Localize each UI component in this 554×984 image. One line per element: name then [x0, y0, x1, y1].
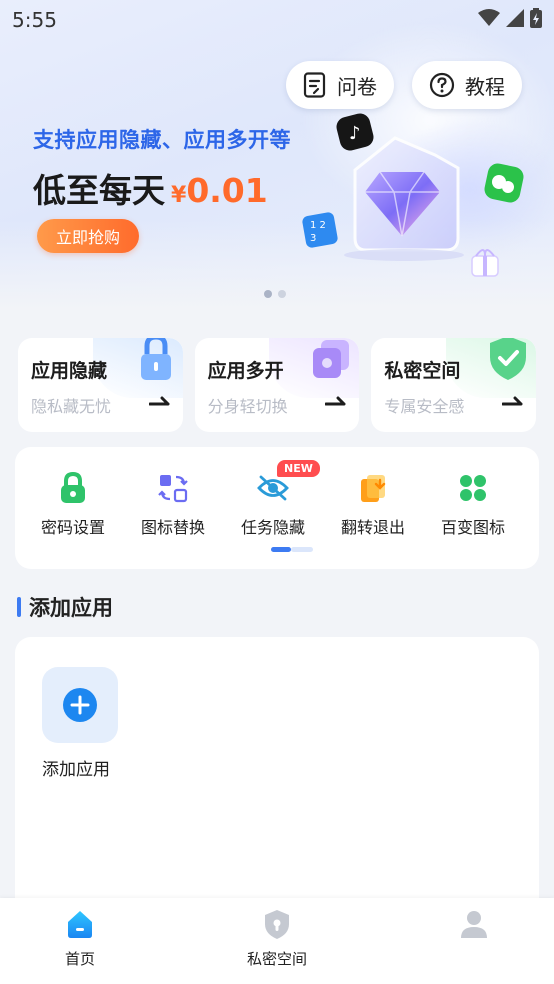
plus-circle-icon — [63, 688, 97, 722]
tool-icon-replace[interactable]: 图标替换 — [123, 471, 223, 538]
arrow-right-icon — [325, 396, 346, 406]
section-title: 添加应用 — [29, 596, 113, 620]
nav-profile[interactable] — [414, 908, 534, 948]
status-time: 5:55 — [12, 8, 57, 32]
clover-icon — [456, 471, 490, 505]
wechat-icon — [484, 163, 524, 203]
survey-button[interactable]: 问卷 — [286, 61, 394, 109]
tool-label: 密码设置 — [40, 518, 105, 537]
flip-icon — [356, 471, 390, 505]
survey-icon — [303, 72, 326, 98]
nav-label: 私密空间 — [246, 950, 307, 968]
battery-icon — [530, 8, 542, 28]
add-app-label: 添加应用 — [42, 760, 110, 780]
price-prefix: 低至每天 — [33, 171, 165, 210]
tool-varied-icons[interactable]: 百变图标 — [423, 471, 523, 538]
tiktok-icon: ♪ — [336, 113, 374, 151]
tool-password-settings[interactable]: 密码设置 — [23, 471, 123, 538]
gift-icon — [471, 249, 499, 277]
bottom-nav: 首页 私密空间 — [0, 898, 554, 984]
help-icon — [429, 72, 455, 98]
arrow-right-icon — [502, 396, 523, 406]
price-amount: 0.01 — [186, 171, 268, 210]
tool-label: 图标替换 — [140, 518, 205, 537]
feature-cards: 应用隐藏 隐私藏无忧 应用多开 分身轻切换 私密空间 专属安全感 — [18, 338, 537, 432]
diamond-illustration: ♪ 1 23 — [302, 113, 524, 277]
nav-home[interactable]: 首页 — [20, 908, 140, 969]
svg-text:♪: ♪ — [349, 123, 361, 144]
banner-page-indicator — [264, 290, 286, 298]
banner-price: 低至每天 ¥ 0.01 — [33, 164, 268, 212]
wifi-icon — [478, 9, 500, 26]
add-app-button[interactable] — [42, 667, 118, 743]
arrow-right-icon — [148, 396, 170, 406]
survey-label: 问卷 — [337, 74, 377, 99]
puzzle-icon: 1 23 — [302, 212, 338, 248]
banner-dot — [278, 290, 286, 298]
svg-text:3: 3 — [310, 233, 316, 244]
feature-card-private-space[interactable]: 私密空间 专属安全感 — [371, 338, 537, 432]
padlock-icon — [56, 471, 90, 505]
currency-symbol: ¥ — [171, 183, 187, 208]
feature-title: 应用多开 — [207, 360, 284, 382]
tool-label: 翻转退出 — [340, 518, 405, 537]
tool-flip-exit[interactable]: 翻转退出 — [323, 471, 423, 538]
status-bar: 5:55 — [0, 0, 554, 40]
tutorial-button[interactable]: 教程 — [412, 61, 522, 109]
section-header: 添加应用 — [17, 592, 113, 622]
signal-icon — [506, 9, 524, 27]
feature-card-app-hide[interactable]: 应用隐藏 隐私藏无忧 — [18, 338, 183, 432]
new-badge: NEW — [277, 460, 320, 477]
apps-panel: 添加应用 — [15, 637, 539, 927]
tool-task-hide[interactable]: 任务隐藏 — [223, 471, 323, 538]
profile-icon — [461, 911, 487, 938]
feature-title: 私密空间 — [384, 360, 461, 382]
swap-icon — [156, 471, 190, 505]
section-accent-bar — [17, 597, 21, 617]
feature-card-app-clone[interactable]: 应用多开 分身轻切换 — [194, 338, 360, 432]
tool-label: 百变图标 — [440, 518, 505, 537]
buy-now-button[interactable]: 立即抢购 — [37, 219, 139, 253]
indicator-track — [291, 547, 313, 552]
promo-banner[interactable]: 5:55 问卷 教程 支持应用隐藏、应用多开等 低至每天 ¥ 0.01 立即抢购… — [0, 0, 554, 310]
status-icons — [478, 8, 542, 28]
home-icon — [68, 911, 92, 938]
indicator-active — [271, 547, 291, 552]
tool-label: 任务隐藏 — [240, 518, 305, 537]
feature-title: 应用隐藏 — [31, 360, 108, 382]
tutorial-label: 教程 — [465, 74, 505, 99]
tools-page-indicator — [271, 547, 313, 552]
nav-private-space[interactable]: 私密空间 — [217, 908, 337, 969]
shield-icon — [265, 910, 289, 939]
tools-panel: 密码设置 图标替换 任务隐藏 NEW 翻转退出 百变图标 — [15, 447, 539, 569]
nav-label: 首页 — [64, 950, 95, 968]
banner-dot — [264, 290, 272, 298]
banner-headline: 支持应用隐藏、应用多开等 — [33, 128, 291, 152]
svg-text:1 2: 1 2 — [310, 220, 326, 231]
